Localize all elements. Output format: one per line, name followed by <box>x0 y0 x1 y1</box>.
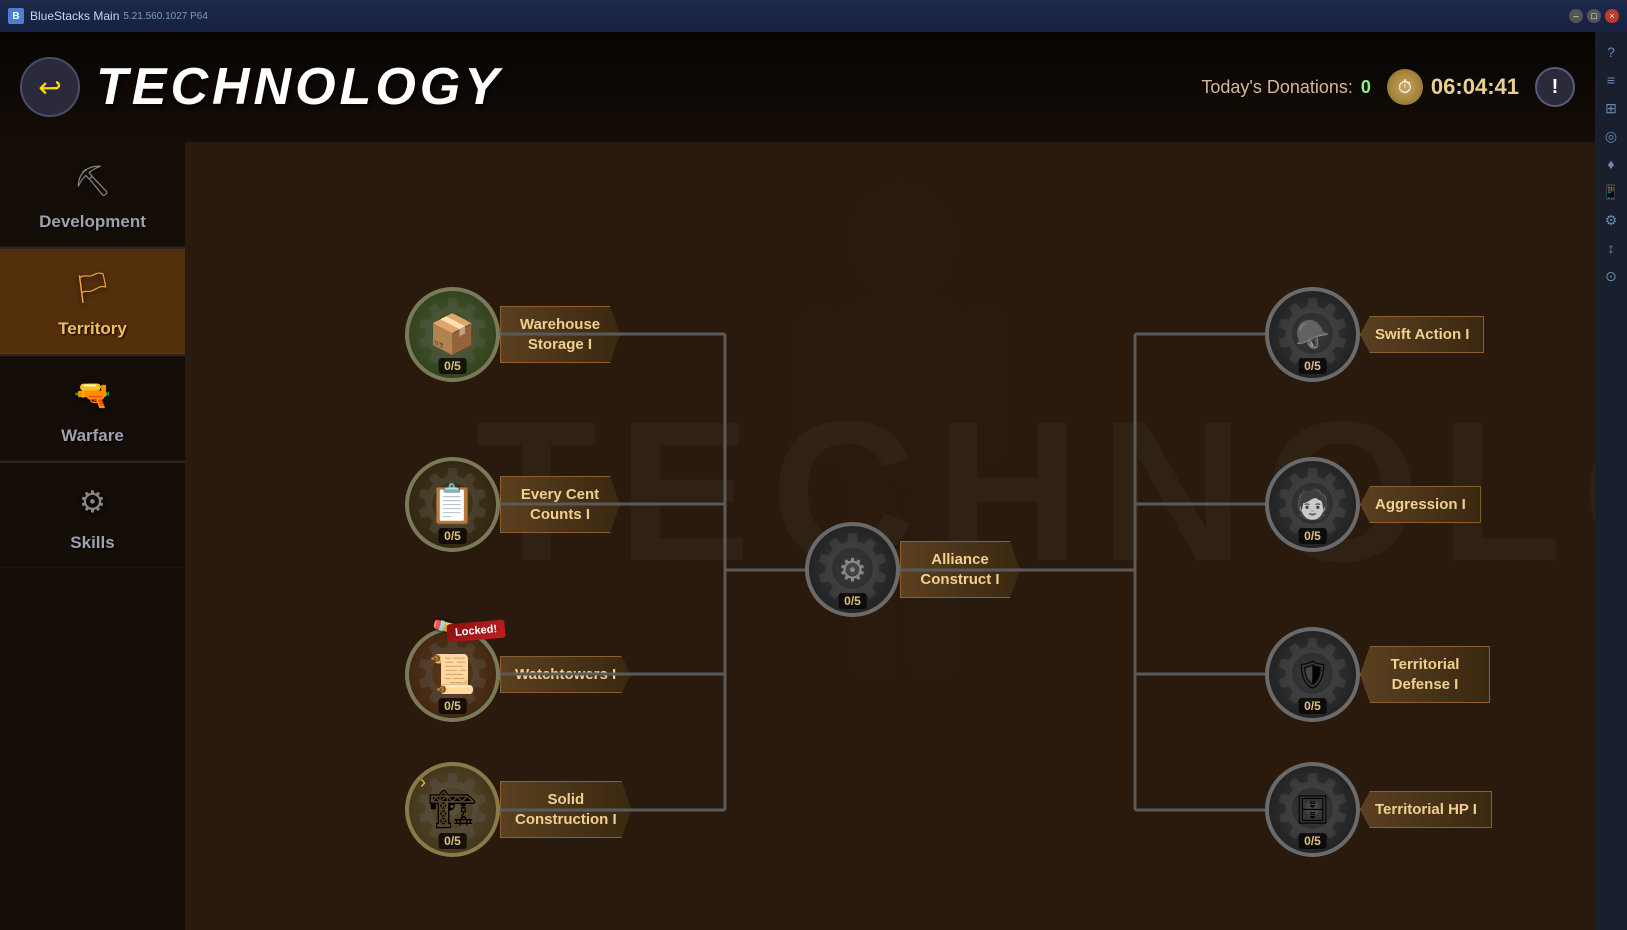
header-right: Today's Donations: 0 ⏱ 06:04:41 ! <box>1201 67 1575 107</box>
arrow-indicator: › <box>420 772 426 793</box>
timer-icon: ⏱ <box>1387 69 1423 105</box>
node-aggression[interactable]: 🧑 0/5 Aggression I <box>1265 457 1481 552</box>
node-solid-construction[interactable]: 🏗 0/5 SolidConstruction I <box>405 762 632 857</box>
warfare-icon: 🔫 <box>68 370 118 420</box>
window-controls: – □ × <box>1569 9 1619 23</box>
node-alliance-construct[interactable]: ⚙ 0/5 AllianceConstruct I <box>805 522 1020 617</box>
timer-section: ⏱ 06:04:41 <box>1387 69 1519 105</box>
app-version: 5.21.560.1027 P64 <box>123 11 208 22</box>
sidebar-item-development[interactable]: ⛏ Development <box>0 142 185 247</box>
territorial-hp-label: Territorial HP I <box>1360 791 1492 829</box>
watchtowers-counter: 0/5 <box>438 698 467 714</box>
page-title: TECHNOLOGY <box>96 57 503 117</box>
territory-icon: 🏳 <box>68 263 118 313</box>
node-territorial-hp[interactable]: 🗄 0/5 Territorial HP I <box>1265 762 1492 857</box>
donations-section: Today's Donations: 0 <box>1201 77 1371 98</box>
every-cent-label: Every CentCounts I <box>500 476 620 533</box>
territorial-defense-label: TerritorialDefense I <box>1360 646 1490 703</box>
game-area: TECHNOLOGY ↩ TECHNOLOGY Today's Donation… <box>0 32 1595 930</box>
node-watchtowers[interactable]: 📜 0/5 ✏️ Locked! Watchtowers I <box>405 627 631 722</box>
alliance-construct-counter: 0/5 <box>838 593 867 609</box>
target-button[interactable]: ◎ <box>1599 124 1623 148</box>
donations-value: 0 <box>1361 77 1371 98</box>
warehouse-counter: 0/5 <box>438 358 467 374</box>
close-button[interactable]: × <box>1605 9 1619 23</box>
warehouse-label: WarehouseStorage I <box>500 306 620 363</box>
locked-badge: Locked! <box>446 619 506 642</box>
solid-construction-counter: 0/5 <box>438 833 467 849</box>
menu-button[interactable]: ≡ <box>1599 68 1623 92</box>
circle-button[interactable]: ⊙ <box>1599 264 1623 288</box>
swift-action-counter: 0/5 <box>1298 358 1327 374</box>
node-warehouse-storage[interactable]: 📦 0/5 WarehouseStorage I <box>405 287 620 382</box>
help-button[interactable]: ? <box>1599 40 1623 64</box>
development-label: Development <box>39 212 146 232</box>
aggression-counter: 0/5 <box>1298 528 1327 544</box>
every-cent-counter: 0/5 <box>438 528 467 544</box>
skills-label: Skills <box>70 533 114 553</box>
sidebar-item-territory[interactable]: 🏳 Territory <box>0 249 185 354</box>
watchtowers-label: Watchtowers I <box>500 656 631 694</box>
main-content: 📦 0/5 WarehouseStorage I 📋 0/5 Every Cen… <box>185 142 1595 930</box>
node-swift-action[interactable]: 🪖 0/5 Swift Action I <box>1265 287 1484 382</box>
alert-button[interactable]: ! <box>1535 67 1575 107</box>
swift-action-label: Swift Action I <box>1360 316 1484 354</box>
territory-label: Territory <box>58 319 127 339</box>
resize-button[interactable]: ↕ <box>1599 236 1623 260</box>
back-button[interactable]: ↩ <box>20 57 80 117</box>
warfare-label: Warfare <box>61 426 124 446</box>
node-every-cent[interactable]: 📋 0/5 Every CentCounts I <box>405 457 620 552</box>
app-title: BlueStacks Main <box>30 9 119 23</box>
alliance-construct-label: AllianceConstruct I <box>900 541 1020 598</box>
skills-icon: ⚙ <box>68 477 118 527</box>
territorial-hp-counter: 0/5 <box>1298 833 1327 849</box>
settings-button[interactable]: ⚙ <box>1599 208 1623 232</box>
left-sidebar: ⛏ Development 🏳 Territory 🔫 Warfare ⚙ Sk… <box>0 142 185 930</box>
maximize-button[interactable]: □ <box>1587 9 1601 23</box>
aggression-label: Aggression I <box>1360 486 1481 524</box>
right-sidebar: ? ≡ ⊞ ◎ ♦ 📱 ⚙ ↕ ⊙ <box>1595 32 1627 930</box>
node-territorial-defense[interactable]: 🛡 0/5 TerritorialDefense I <box>1265 627 1490 722</box>
development-icon: ⛏ <box>68 156 118 206</box>
diamond-button[interactable]: ♦ <box>1599 152 1623 176</box>
phone-button[interactable]: 📱 <box>1599 180 1623 204</box>
sidebar-item-skills[interactable]: ⚙ Skills <box>0 463 185 568</box>
minimize-button[interactable]: – <box>1569 9 1583 23</box>
solid-construction-label: SolidConstruction I <box>500 781 632 838</box>
sidebar-item-warfare[interactable]: 🔫 Warfare <box>0 356 185 461</box>
donations-label: Today's Donations: <box>1201 77 1353 98</box>
timer-value: 06:04:41 <box>1431 74 1519 100</box>
territorial-defense-counter: 0/5 <box>1298 698 1327 714</box>
grid-button[interactable]: ⊞ <box>1599 96 1623 120</box>
title-bar: B BlueStacks Main 5.21.560.1027 P64 – □ … <box>0 0 1627 32</box>
header: ↩ TECHNOLOGY Today's Donations: 0 ⏱ 06:0… <box>0 32 1595 142</box>
app-icon: B <box>8 8 24 24</box>
